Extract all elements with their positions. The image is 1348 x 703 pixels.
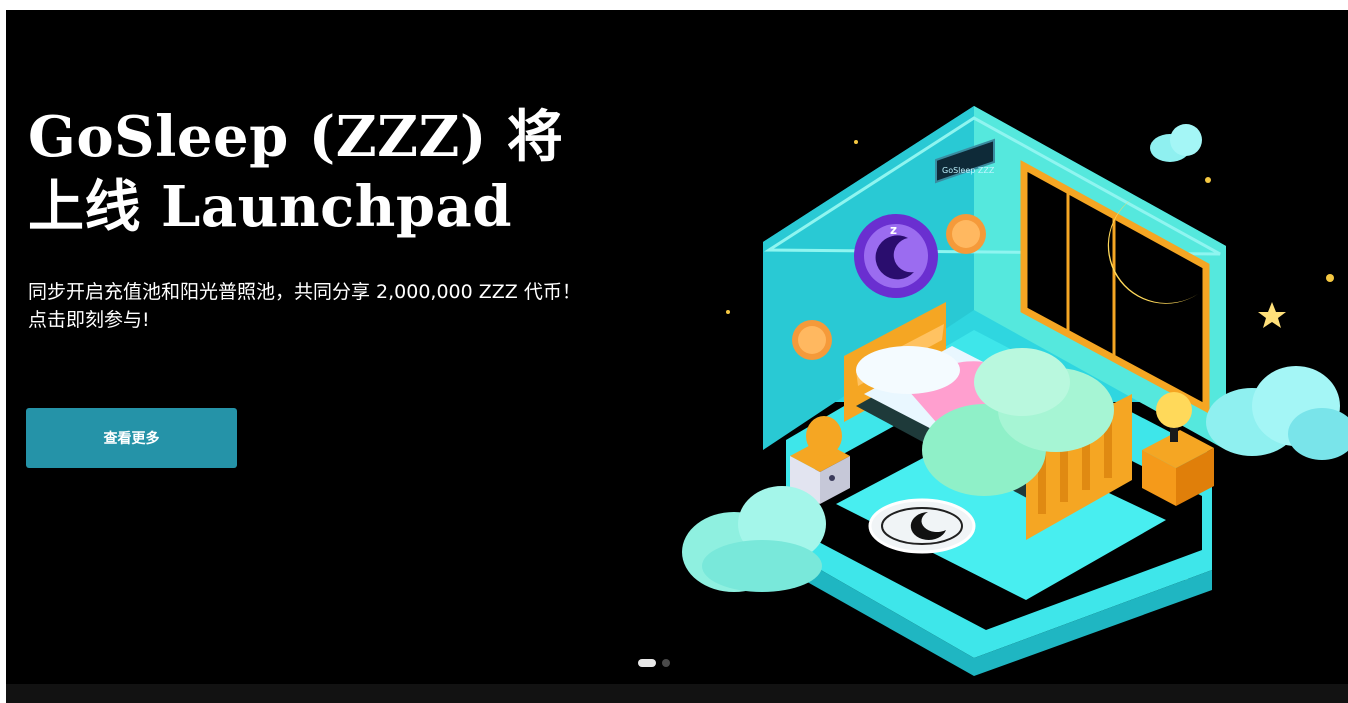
bottom-strip	[6, 684, 1348, 703]
carousel-dot[interactable]	[638, 659, 656, 667]
clock-icon: z	[854, 214, 938, 298]
poster-brand-text: GoSleep ZZZ	[942, 166, 995, 175]
svg-text:z: z	[890, 223, 897, 237]
hero-description: 同步开启充值池和阳光普照池，共同分享 2,000,000 ZZZ 代币！点击即刻…	[28, 281, 581, 331]
carousel-indicators	[638, 658, 670, 668]
carousel-dot[interactable]	[662, 659, 670, 667]
hero-banner: GoSleep (ZZZ) 将 上线 Launchpad 同步开启充值池和阳光普…	[6, 10, 1348, 684]
view-more-button[interactable]: 查看更多	[26, 408, 237, 468]
hero-title: GoSleep (ZZZ) 将 上线 Launchpad	[28, 104, 564, 240]
rug	[868, 498, 976, 554]
gosleep-room-illustration: GoSleep ZZZ z	[682, 106, 1348, 676]
